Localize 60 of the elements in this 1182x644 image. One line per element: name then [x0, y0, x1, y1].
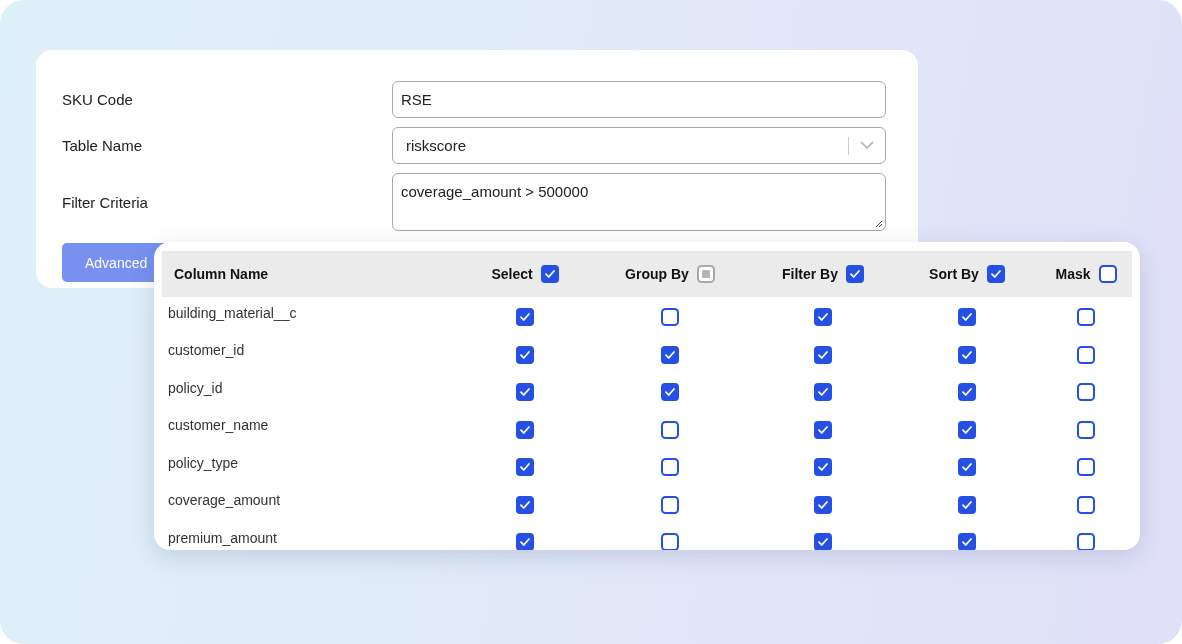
field-label: SKU Code	[62, 91, 134, 108]
checkbox[interactable]	[1077, 458, 1095, 477]
checkbox[interactable]	[814, 345, 832, 364]
header-checkbox[interactable]	[1098, 265, 1117, 283]
header-checkbox[interactable]	[696, 265, 715, 283]
checkbox[interactable]	[1077, 495, 1095, 514]
checkbox[interactable]	[958, 495, 976, 514]
checkbox[interactable]	[814, 533, 832, 550]
column-name-cell: customer_id	[168, 342, 245, 359]
column-name-cell: customer_name	[168, 417, 269, 434]
checkbox[interactable]	[1077, 308, 1095, 327]
checkbox[interactable]	[1077, 533, 1095, 550]
checkbox[interactable]	[516, 458, 534, 477]
checkbox[interactable]	[814, 420, 832, 439]
field-label: Table Name	[62, 137, 144, 154]
checkbox[interactable]	[1077, 420, 1095, 439]
checkbox[interactable]	[814, 458, 832, 477]
header-checkbox[interactable]	[846, 265, 864, 283]
column-header: Group By	[625, 266, 689, 282]
column-header: Filter By	[782, 266, 838, 282]
field-label: Filter Criteria	[62, 193, 149, 211]
checkbox[interactable]	[1077, 345, 1095, 364]
column-header: Select	[491, 266, 533, 282]
checkbox[interactable]	[661, 308, 679, 327]
resize-handle-icon[interactable]	[874, 219, 883, 228]
header-checkbox[interactable]	[540, 265, 559, 283]
header-checkbox[interactable]	[986, 265, 1005, 283]
checkbox[interactable]	[516, 420, 534, 439]
checkbox[interactable]	[516, 308, 534, 327]
column-header: Sort By	[929, 266, 979, 282]
checkbox[interactable]	[958, 458, 976, 477]
checkbox[interactable]	[958, 420, 976, 439]
column-name-cell: premium_amount	[168, 529, 277, 546]
checkbox[interactable]	[661, 345, 679, 364]
checkbox[interactable]	[958, 345, 976, 364]
checkbox[interactable]	[661, 383, 679, 402]
checkbox[interactable]	[814, 308, 832, 327]
textarea-field[interactable]: coverage_amount > 500000	[392, 173, 886, 231]
checkbox[interactable]	[661, 495, 679, 514]
chevron-down-icon	[860, 141, 874, 150]
column-header: Mask	[1055, 266, 1091, 282]
checkbox[interactable]	[958, 533, 976, 550]
column-name-cell: policy_id	[168, 379, 223, 396]
checkbox[interactable]	[661, 533, 679, 550]
column-name-cell: coverage_amount	[168, 492, 281, 509]
checkbox[interactable]	[814, 495, 832, 514]
text-field[interactable]: RSE	[392, 81, 886, 118]
checkbox[interactable]	[661, 420, 679, 439]
checkbox[interactable]	[1077, 383, 1095, 402]
checkbox[interactable]	[516, 383, 534, 402]
checkbox[interactable]	[958, 308, 976, 327]
column-name-cell: building_material__c	[168, 304, 297, 321]
checkbox[interactable]	[516, 345, 534, 364]
checkbox[interactable]	[516, 533, 534, 550]
dropdown-field[interactable]: riskscore	[392, 127, 886, 164]
checkbox[interactable]	[814, 383, 832, 402]
checkbox[interactable]	[516, 495, 534, 514]
checkbox[interactable]	[661, 458, 679, 477]
checkbox[interactable]	[958, 383, 976, 402]
column-name-cell: policy_type	[168, 454, 239, 471]
